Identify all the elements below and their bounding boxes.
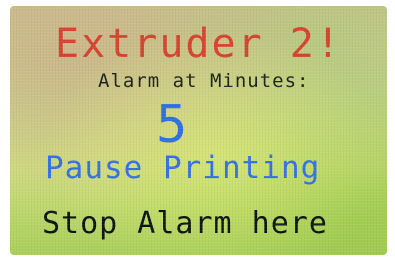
pause-printing-button[interactable]: Pause Printing	[45, 153, 320, 184]
alarm-subtitle: Alarm at Minutes:	[98, 70, 310, 92]
alarm-minutes-value[interactable]: 5	[156, 99, 187, 151]
stop-alarm-button[interactable]: Stop Alarm here	[42, 209, 328, 239]
alarm-title: Extruder 2!	[55, 21, 342, 67]
lcd-screen: Extruder 2! Alarm at Minutes: 5 Pause Pr…	[10, 6, 387, 255]
device-frame: Extruder 2! Alarm at Minutes: 5 Pause Pr…	[0, 0, 395, 261]
